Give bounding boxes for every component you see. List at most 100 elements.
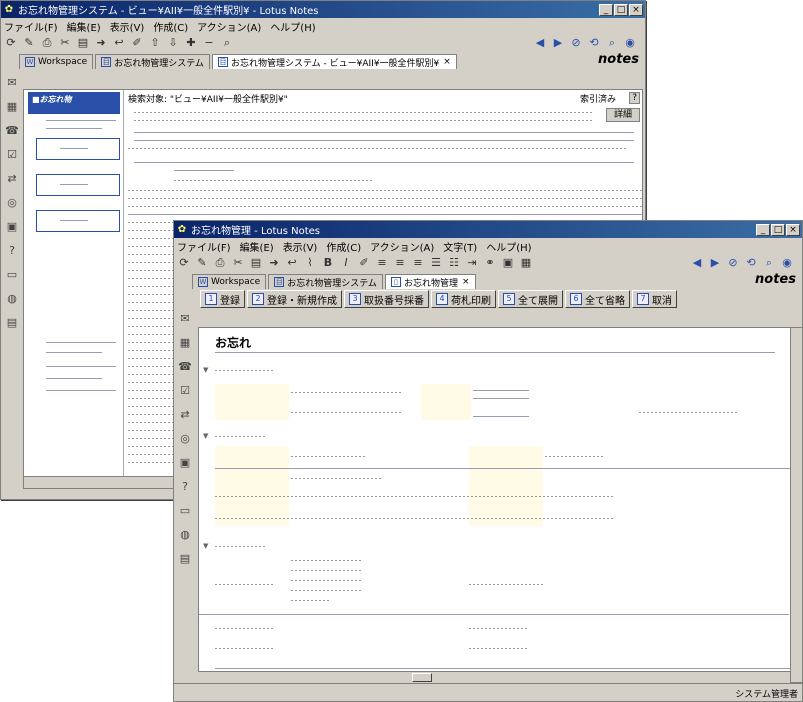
- folder-icon[interactable]: ▤: [249, 256, 263, 270]
- menu-view[interactable]: 表示(V): [283, 239, 318, 254]
- print-tag-button[interactable]: 4 荷札印刷: [431, 290, 496, 308]
- horizontal-scrollbar[interactable]: [198, 671, 790, 683]
- menu-file[interactable]: ファイル(F): [177, 239, 231, 254]
- reload-icon[interactable]: ⟲: [587, 36, 601, 50]
- back-icon[interactable]: ◀: [533, 36, 547, 50]
- print-icon[interactable]: ⎙: [40, 36, 54, 50]
- stop-icon[interactable]: ⊘: [569, 36, 583, 50]
- paperclip-icon[interactable]: ⌇: [303, 256, 317, 270]
- highlight-icon[interactable]: ✐: [357, 256, 371, 270]
- bookmark-globe-icon[interactable]: ◍: [178, 528, 192, 542]
- up-icon[interactable]: ⇧: [148, 36, 162, 50]
- table-icon[interactable]: ▦: [519, 256, 533, 270]
- section-toggle-icon[interactable]: ▼: [203, 432, 208, 440]
- menu-file[interactable]: ファイル(F): [4, 19, 58, 34]
- find-icon[interactable]: ⌕: [762, 256, 776, 270]
- search-bar[interactable]: 検索対象: "ビュー¥AII¥一般全件駅別¥" 索引済み ?: [128, 92, 640, 105]
- bookmark-replicator-icon[interactable]: ⇄: [178, 408, 192, 422]
- bookmark-folder-icon[interactable]: ▭: [5, 268, 19, 282]
- numbering-icon[interactable]: ☷: [447, 256, 461, 270]
- titlebar[interactable]: ✿ お忘れ物管理システム - ビュー¥AII¥一般全件駅別¥ - Lotus N…: [1, 1, 645, 18]
- navigator-item[interactable]: [36, 174, 120, 196]
- expand-all-button[interactable]: 5 全て展開: [498, 290, 563, 308]
- down-icon[interactable]: ⇩: [166, 36, 180, 50]
- bookmark-mail-icon[interactable]: ✉: [5, 76, 19, 90]
- navigator-item[interactable]: [36, 210, 120, 232]
- bullets-icon[interactable]: ☰: [429, 256, 443, 270]
- folder-icon[interactable]: ▤: [76, 36, 90, 50]
- titlebar[interactable]: ✿ お忘れ物管理 - Lotus Notes _ □ ×: [174, 221, 802, 238]
- bookmark-web-icon[interactable]: ◎: [5, 196, 19, 210]
- bookmark-databases-icon[interactable]: ▣: [178, 456, 192, 470]
- tab-document[interactable]: ▯ お忘れ物管理 ×: [384, 274, 476, 289]
- image-icon[interactable]: ▣: [501, 256, 515, 270]
- bookmark-calendar-icon[interactable]: ▦: [178, 336, 192, 350]
- maximize-button[interactable]: □: [614, 3, 628, 16]
- bookmark-folder-icon[interactable]: ▭: [178, 504, 192, 518]
- navigator-item[interactable]: [36, 138, 120, 160]
- bookmark-todo-icon[interactable]: ☑: [178, 384, 192, 398]
- close-tab-icon[interactable]: ×: [443, 57, 451, 67]
- link-icon[interactable]: ⚭: [483, 256, 497, 270]
- form-pane[interactable]: お忘れ ▼ ▼ ▼ BC: [198, 327, 802, 683]
- register-button[interactable]: 1 登録: [200, 290, 245, 308]
- maximize-button[interactable]: □: [771, 223, 785, 236]
- menu-actions[interactable]: アクション(A): [197, 19, 261, 34]
- refresh-icon[interactable]: ⟳: [177, 256, 191, 270]
- bookmark-mail-icon[interactable]: ✉: [178, 312, 192, 326]
- back-icon[interactable]: ◀: [690, 256, 704, 270]
- bookmark-history-icon[interactable]: ▤: [5, 316, 19, 330]
- indent-icon[interactable]: ⇥: [465, 256, 479, 270]
- edit-icon[interactable]: ✎: [22, 36, 36, 50]
- print-icon[interactable]: ⎙: [213, 256, 227, 270]
- help-button[interactable]: ?: [629, 92, 640, 104]
- close-button[interactable]: ×: [786, 223, 800, 236]
- forward-icon[interactable]: ➜: [94, 36, 108, 50]
- document-window[interactable]: ✿ お忘れ物管理 - Lotus Notes _ □ × ファイル(F) 編集(…: [173, 220, 803, 702]
- search-icon[interactable]: ⌕: [220, 36, 234, 50]
- bookmark-history-icon[interactable]: ▤: [178, 552, 192, 566]
- scroll-thumb[interactable]: [412, 673, 432, 682]
- attach-icon[interactable]: ✂: [58, 36, 72, 50]
- align-right-icon[interactable]: ≡: [411, 256, 425, 270]
- home-icon[interactable]: ◉: [623, 36, 637, 50]
- pen-icon[interactable]: ✐: [130, 36, 144, 50]
- expand-icon[interactable]: ✚: [184, 36, 198, 50]
- forward-nav-icon[interactable]: ▶: [551, 36, 565, 50]
- tab-view[interactable]: 目お忘れ物管理システム - ビュー¥AII¥一般全件駅別¥ ×: [211, 54, 457, 69]
- bold-icon[interactable]: B: [321, 256, 335, 270]
- bookmark-replicator-icon[interactable]: ⇄: [5, 172, 19, 186]
- find-icon[interactable]: ⌕: [605, 36, 619, 50]
- menu-actions[interactable]: アクション(A): [370, 239, 434, 254]
- menu-edit[interactable]: 編集(E): [240, 239, 274, 254]
- section-toggle-icon[interactable]: ▼: [203, 366, 208, 374]
- bookmark-help-icon[interactable]: ?: [5, 244, 19, 258]
- detail-button[interactable]: 詳細: [606, 108, 640, 122]
- menu-create[interactable]: 作成(C): [153, 19, 188, 34]
- tab-database[interactable]: 目お忘れ物管理システム: [268, 274, 383, 289]
- bookmark-globe-icon[interactable]: ◍: [5, 292, 19, 306]
- tab-workspace[interactable]: W Workspace: [192, 274, 267, 289]
- stop-icon[interactable]: ⊘: [726, 256, 740, 270]
- close-button[interactable]: ×: [629, 3, 643, 16]
- collapse-all-button[interactable]: 6 全て省略: [565, 290, 630, 308]
- align-left-icon[interactable]: ≡: [375, 256, 389, 270]
- menu-help[interactable]: ヘルプ(H): [486, 239, 531, 254]
- bookmark-calendar-icon[interactable]: ▦: [5, 100, 19, 114]
- tab-workspace[interactable]: W Workspace: [19, 54, 94, 69]
- bookmark-web-icon[interactable]: ◎: [178, 432, 192, 446]
- assign-number-button[interactable]: 3 取扱番号採番: [344, 290, 429, 308]
- align-center-icon[interactable]: ≡: [393, 256, 407, 270]
- reply-icon[interactable]: ↩: [112, 36, 126, 50]
- vertical-scrollbar[interactable]: [790, 328, 802, 682]
- bookmark-help-icon[interactable]: ?: [178, 480, 192, 494]
- forward-nav-icon[interactable]: ▶: [708, 256, 722, 270]
- cancel-button[interactable]: 7 取消: [632, 290, 677, 308]
- tab-database[interactable]: 目お忘れ物管理システム: [95, 54, 210, 69]
- italic-icon[interactable]: I: [339, 256, 353, 270]
- attach-icon[interactable]: ✂: [231, 256, 245, 270]
- bookmark-todo-icon[interactable]: ☑: [5, 148, 19, 162]
- close-tab-icon[interactable]: ×: [462, 277, 470, 287]
- bookmark-address-icon[interactable]: ☎: [178, 360, 192, 374]
- reply-icon[interactable]: ↩: [285, 256, 299, 270]
